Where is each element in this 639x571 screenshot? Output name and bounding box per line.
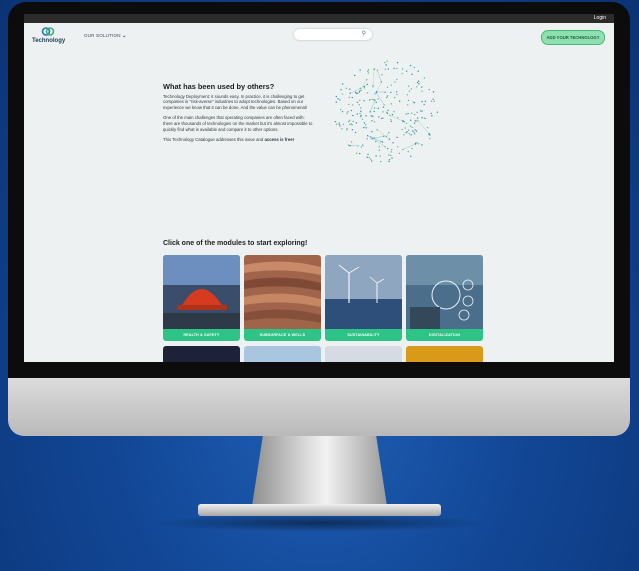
module-card-row2-1[interactable] <box>163 346 240 362</box>
stand-shadow <box>150 514 489 532</box>
chevron-down-icon: ⌄ <box>122 33 127 39</box>
our-solution-menu[interactable]: OUR SOLUTION ⌄ <box>84 33 127 39</box>
intro-paragraph-2: One of the main challenges that operatin… <box>163 115 313 132</box>
modules-title: Click one of the modules to start explor… <box>163 240 308 247</box>
add-your-technology-button[interactable]: ADD YOUR TECHNOLOGY <box>541 30 605 45</box>
module-card-row2-3[interactable] <box>325 346 402 362</box>
intro-paragraph-3: This Technology Catalogue addresses this… <box>163 137 313 143</box>
monitor-stand-base <box>198 504 441 516</box>
monitor-chin <box>8 378 630 436</box>
module-card-digitalization[interactable]: DIGITALIZATION <box>406 255 483 341</box>
subsurface-wells-image <box>244 255 321 329</box>
digitalization-image <box>406 255 483 329</box>
login-link[interactable]: Login <box>594 15 606 21</box>
module-label: DIGITALIZATION <box>406 329 483 341</box>
module-card-row2-4[interactable] <box>406 346 483 362</box>
module-label: SUBSURFACE & WELLS <box>244 329 321 341</box>
site-logo[interactable]: Technology <box>32 27 66 47</box>
health-safety-image <box>163 255 240 329</box>
module-label: HEALTH & SAFETY <box>163 329 240 341</box>
navbar: Technology OUR SOLUTION ⌄ ⚲ ADD YOUR TEC… <box>24 23 614 49</box>
intro-heading: What has been used by others? <box>163 82 275 91</box>
module-card-health-safety[interactable]: HEALTH & SAFETY <box>163 255 240 341</box>
network-sphere-graphic <box>334 60 439 163</box>
intro-section: What has been used by others? Technology… <box>163 82 313 148</box>
module-card-subsurface-wells[interactable]: SUBSURFACE & WELLS <box>244 255 321 341</box>
intro-paragraph-1: Technology Deployment: it sounds easy. I… <box>163 93 308 110</box>
free-access-highlight: access is free! <box>264 137 295 143</box>
logo-mark-icon <box>41 27 55 36</box>
module-card-sustainability[interactable]: SUSTAINABILITY <box>325 255 402 341</box>
module-card-row2-2[interactable] <box>244 346 321 362</box>
logo-text: Technology <box>32 38 66 44</box>
our-solution-label: OUR SOLUTION <box>84 33 121 38</box>
sustainability-image <box>325 255 402 329</box>
website-screen: Login Technology OUR SOLUTION ⌄ ⚲ ADD YO… <box>24 14 614 362</box>
monitor-stand-neck <box>252 436 387 506</box>
top-bar: Login <box>24 14 614 23</box>
module-label: SUSTAINABILITY <box>325 329 402 341</box>
intro-paragraph-3-text: This Technology Catalogue addresses this… <box>163 137 265 143</box>
